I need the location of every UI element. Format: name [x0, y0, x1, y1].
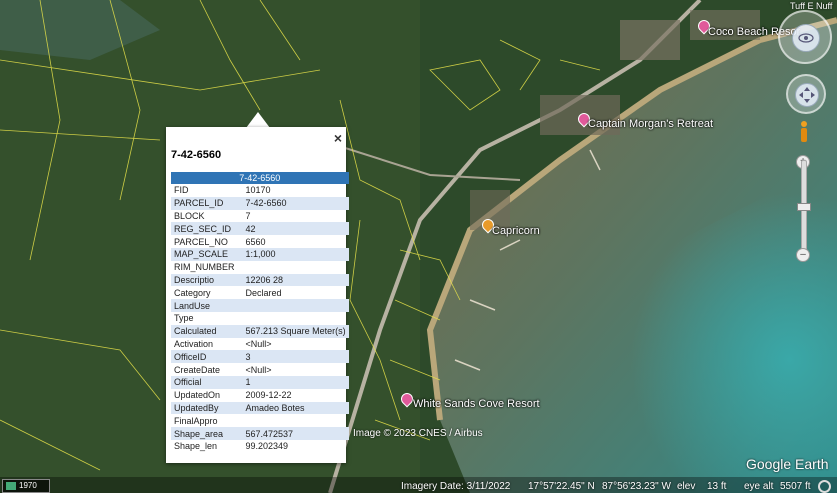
field-value: 6560: [245, 236, 266, 247]
field-value: 3: [237, 350, 349, 364]
field-value: 99.202349: [245, 441, 289, 452]
field-name: Shape_area: [171, 427, 238, 440]
field-value: 12206 28: [237, 273, 349, 287]
table-row: BLOCK 7: [171, 210, 349, 223]
field-name: RIM_NUMBER: [174, 262, 235, 273]
field-value: [238, 414, 349, 427]
longitude: 87°56'23.23" W: [602, 481, 671, 492]
field-value: [238, 261, 349, 274]
field-value: Amadeo Botes: [237, 401, 349, 415]
field-name: FID: [174, 185, 189, 196]
field-name: OfficeID: [171, 350, 238, 364]
pegman-icon[interactable]: [799, 120, 809, 144]
table-row: Shape_len 99.202349: [171, 440, 349, 453]
image-credit: Image © 2023 CNES / Airbus: [353, 428, 483, 439]
popup-tail: [246, 112, 270, 128]
elevation-value: 13 ft: [707, 481, 727, 492]
field-name: Type: [174, 313, 194, 324]
table-row: Type: [171, 312, 349, 325]
place-label-white-sands[interactable]: White Sands Cove Resort: [413, 398, 540, 410]
field-value: 7-42-6560: [237, 196, 349, 210]
historical-year-badge[interactable]: 1970: [2, 479, 50, 493]
field-value: 2009-12-22: [245, 390, 292, 401]
field-name: MAP_SCALE: [171, 247, 238, 261]
field-name: FinalAppro: [174, 415, 218, 426]
table-row: Category Declared: [171, 286, 349, 299]
table-row: Official 1: [171, 375, 349, 389]
table-row: Activation <Null>: [171, 338, 349, 351]
historical-year: 1970: [19, 481, 37, 490]
look-joystick-icon[interactable]: [792, 24, 820, 52]
field-name: Official: [171, 375, 238, 389]
field-value: 10170: [245, 185, 271, 196]
table-row: UpdatedOn 2009-12-22: [171, 389, 349, 402]
field-value: 567.213 Square Meter(s): [237, 324, 349, 338]
table-row: PARCEL_NO 6560: [171, 235, 349, 248]
google-earth-brand: Google Earth: [746, 456, 829, 472]
table-row: REG_SEC_ID 42: [171, 222, 349, 236]
top-right-label: Tuff E Nuff: [790, 1, 833, 11]
zoom-slider-handle[interactable]: [797, 203, 811, 211]
attribute-table: 7-42-6560 FID 10170 PARCEL_ID 7-42-6560 BLOC…: [171, 172, 349, 453]
table-row: Descriptio 12206 28: [171, 273, 349, 287]
field-name: UpdatedBy: [171, 401, 238, 415]
table-row: MAP_SCALE 1:1,000: [171, 247, 349, 261]
streaming-icon: [818, 480, 831, 493]
table-row: FID 10170: [171, 184, 349, 197]
field-name: BLOCK: [174, 210, 205, 221]
place-label-captain-morgans[interactable]: Captain Morgan's Retreat: [588, 118, 713, 130]
zoom-out-icon[interactable]: –: [796, 248, 810, 262]
field-name: Shape_len: [174, 441, 218, 452]
field-name: Descriptio: [171, 273, 238, 287]
table-row: LandUse: [171, 299, 349, 312]
field-name: PARCEL_NO: [174, 236, 228, 247]
elevation-label: elev: [677, 481, 696, 492]
eye-alt-label: eye alt: [744, 481, 774, 492]
field-name: PARCEL_ID: [171, 196, 238, 210]
table-row: UpdatedBy Amadeo Botes: [171, 401, 349, 415]
field-value: <Null>: [245, 338, 272, 349]
table-row: RIM_NUMBER: [171, 261, 349, 274]
table-row: CreateDate <Null>: [171, 363, 349, 376]
table-row: FinalAppro: [171, 414, 349, 427]
table-row: OfficeID 3: [171, 350, 349, 364]
move-joystick[interactable]: [786, 74, 826, 114]
field-name: LandUse: [171, 299, 238, 312]
move-joystick-icon[interactable]: [795, 83, 819, 107]
field-name: REG_SEC_ID: [171, 222, 238, 236]
field-value: 567.472537: [237, 427, 349, 440]
popup-title: 7-42-6560: [171, 149, 222, 161]
table-row: Calculated 567.213 Square Meter(s): [171, 324, 349, 338]
eye-alt-value: 5507 ft: [780, 481, 811, 492]
field-value: Declared: [245, 287, 282, 298]
table-row: PARCEL_ID 7-42-6560: [171, 196, 349, 210]
place-label-capricorn[interactable]: Capricorn: [492, 225, 540, 237]
field-name: Activation: [174, 338, 214, 349]
field-value: <Null>: [245, 364, 272, 375]
field-name: UpdatedOn: [174, 390, 221, 401]
satellite-map[interactable]: [0, 0, 837, 493]
parcel-info-popup: × 7-42-6560 7-42-6560 FID 10170 PARCEL_ID 7…: [166, 127, 349, 463]
field-value: 1:1,000: [237, 247, 349, 261]
field-value: 1: [237, 375, 349, 389]
look-joystick[interactable]: [778, 10, 832, 64]
latitude: 17°57'22.45" N: [528, 481, 595, 492]
imagery-date: Imagery Date: 3/11/2022: [401, 481, 511, 492]
table-row: Shape_area 567.472537: [171, 427, 349, 440]
field-value: 7: [245, 210, 251, 221]
field-value: [238, 312, 349, 325]
field-name: Category: [174, 287, 211, 298]
close-icon[interactable]: ×: [334, 131, 342, 145]
field-name: Calculated: [171, 324, 238, 338]
field-value: [237, 299, 349, 312]
field-name: CreateDate: [174, 364, 221, 375]
attribute-rows: FID 10170 PARCEL_ID 7-42-6560 BLOCK 7 REG_SEC_…: [171, 184, 349, 453]
attribute-table-header: 7-42-6560: [171, 172, 349, 184]
field-value: 42: [237, 222, 349, 236]
